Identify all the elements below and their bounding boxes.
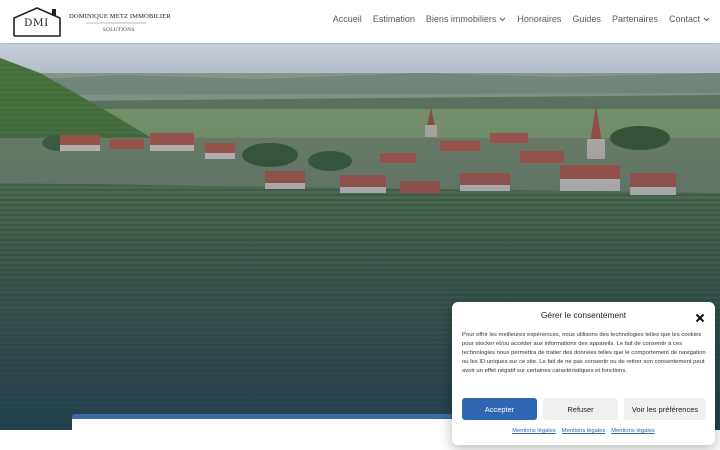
nav-item-label: Guides: [572, 14, 601, 24]
cookie-dialog-body: Pour offrir les meilleures expériences, …: [462, 332, 706, 374]
close-icon[interactable]: [695, 310, 705, 323]
accept-button[interactable]: Accepter: [462, 398, 537, 420]
legal-notice-link[interactable]: Mentions légales: [512, 428, 556, 434]
chevron-down-icon: [499, 17, 506, 22]
nav-item-label: Estimation: [372, 14, 415, 24]
logo-abbreviation: DMI: [24, 17, 49, 29]
cookie-consent-dialog: Gérer le consentement Pour offrir les me…: [452, 302, 715, 445]
nav-item-label: Honoraires: [517, 14, 562, 24]
legal-notice-link[interactable]: Mentions légales: [611, 428, 655, 434]
cookie-legal-links: Mentions légales Mentions légales Mentio…: [452, 428, 715, 434]
nav-item-accueil[interactable]: Accueil: [333, 14, 362, 24]
logo[interactable]: DMI DOMINIQUE METZ IMMOBILIER SOLUTIONS: [12, 6, 172, 37]
nav-item-label: Accueil: [332, 14, 362, 24]
view-preferences-button[interactable]: Voir les préférences: [624, 398, 706, 420]
logo-company-name: DOMINIQUE METZ IMMOBILIER: [69, 13, 171, 20]
site-header: DMI DOMINIQUE METZ IMMOBILIER SOLUTIONS …: [0, 0, 720, 43]
chevron-down-icon: [703, 17, 710, 22]
nav-item-label: Partenaires: [611, 14, 658, 24]
cookie-button-group: Accepter Refuser Voir les préférences: [462, 398, 706, 420]
nav-item-honoraires[interactable]: Honoraires: [517, 14, 561, 24]
main-nav: Accueil Estimation Biens immobiliers Hon…: [333, 14, 710, 24]
nav-item-partenaires[interactable]: Partenaires: [612, 14, 658, 24]
nav-item-label: Contact: [668, 14, 700, 24]
nav-item-estimation[interactable]: Estimation: [373, 14, 415, 24]
cookie-dialog-title: Gérer le consentement: [540, 310, 627, 320]
legal-notice-link[interactable]: Mentions légales: [562, 428, 606, 434]
logo-divider: [86, 22, 146, 24]
nav-item-contact[interactable]: Contact: [669, 14, 710, 24]
logo-tagline: SOLUTIONS: [103, 27, 135, 33]
nav-item-label: Biens immobiliers: [425, 14, 497, 24]
refuse-button[interactable]: Refuser: [543, 398, 618, 420]
nav-item-biens-immobiliers[interactable]: Biens immobiliers: [426, 14, 507, 24]
nav-item-guides[interactable]: Guides: [572, 14, 601, 24]
